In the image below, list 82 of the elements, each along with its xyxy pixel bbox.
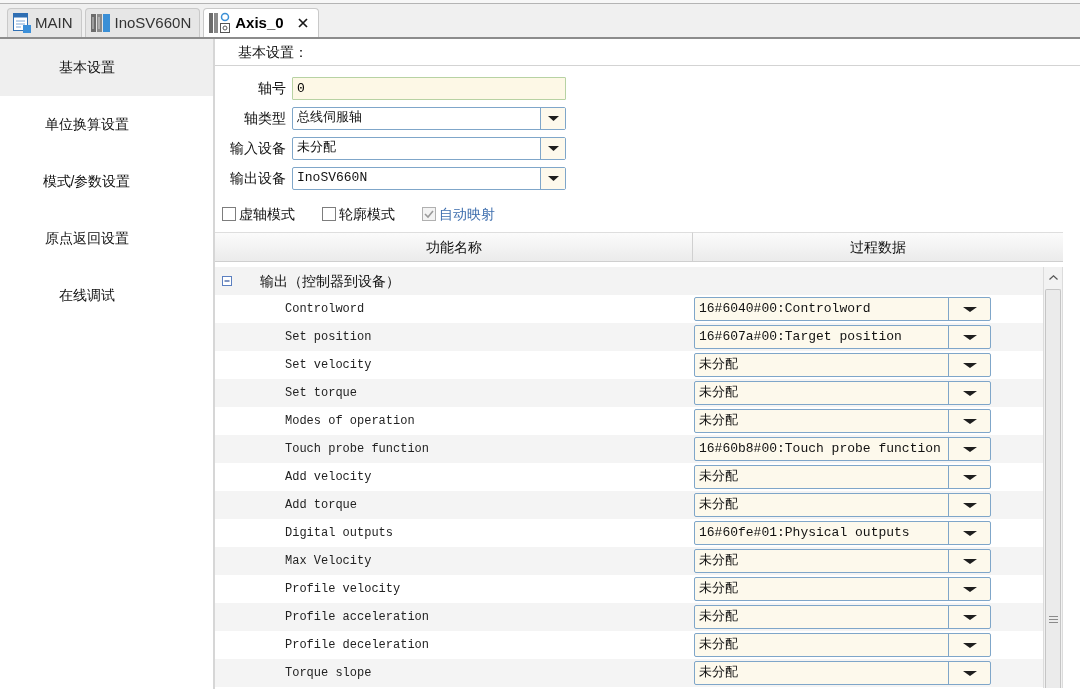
dropdown-field[interactable]: 未分配 <box>694 661 991 685</box>
dropdown-field[interactable]: 未分配 <box>694 381 991 405</box>
rack-icon <box>90 13 111 33</box>
table-cell-text: Modes of operation <box>284 413 416 430</box>
grip-icon <box>1048 616 1058 623</box>
tab[interactable]: Axis_0 <box>203 8 319 37</box>
table-cell-text: Digital outputs <box>284 525 395 542</box>
sidebar-item[interactable]: 模式/参数设置 <box>0 153 213 210</box>
close-icon[interactable] <box>297 18 308 28</box>
dropdown-field[interactable]: 未分配 <box>292 136 566 160</box>
caret-icon <box>962 390 977 396</box>
caret-icon <box>547 145 559 151</box>
scrollbar-thumb[interactable] <box>1045 289 1061 688</box>
dropdown-field[interactable]: 未分配 <box>694 577 991 601</box>
tab[interactable]: MAIN <box>7 8 82 37</box>
sidebar-item[interactable]: 基本设置 <box>0 39 213 96</box>
field-label: 输入设备 <box>229 138 286 158</box>
dropdown-field[interactable]: 未分配 <box>694 493 991 517</box>
caret-icon <box>962 306 977 312</box>
table-cell-text: Controlword <box>284 301 366 318</box>
column-header: 过程数据 <box>693 232 1063 262</box>
caret-icon <box>547 115 559 121</box>
caret-icon <box>962 586 977 592</box>
field-label: 轴类型 <box>243 108 286 128</box>
dropdown-button[interactable] <box>541 167 565 189</box>
dropdown-field[interactable]: 未分配 <box>694 353 991 377</box>
tab[interactable]: InoSV660N <box>84 8 201 37</box>
caret-icon <box>962 418 977 424</box>
table-cell-text: Set torque <box>284 385 358 402</box>
scroll-up-icon[interactable] <box>1048 274 1058 280</box>
dropdown-field[interactable]: 未分配 <box>694 549 991 573</box>
caret-icon <box>962 502 977 508</box>
collapse-icon[interactable] <box>222 276 232 286</box>
caret-icon <box>962 558 977 564</box>
dropdown-field[interactable]: 未分配 <box>694 465 991 489</box>
table-cell-text: Profile velocity <box>284 581 402 598</box>
field-label: 轴号 <box>257 78 286 98</box>
checkbox-label: 轮廓模式 <box>339 204 395 224</box>
input-field[interactable]: 0 <box>292 76 566 100</box>
field-label: 输出设备 <box>229 168 286 188</box>
table-cell-text: Max Velocity <box>284 553 373 570</box>
dropdown-field[interactable]: 16#60fe#01:Physical outputs <box>694 521 991 545</box>
dropdown-button[interactable] <box>541 107 565 129</box>
caret-icon <box>962 446 977 452</box>
table-cell-text: Set position <box>284 329 373 346</box>
dropdown-field[interactable]: 总线伺服轴 <box>292 106 566 130</box>
table-cell-text: Profile deceleration <box>284 637 431 654</box>
caret-icon <box>962 642 977 648</box>
caret-icon <box>547 175 559 181</box>
group-label: 输出（控制器到设备） <box>260 271 400 291</box>
checkbox[interactable] <box>222 207 236 221</box>
rack-ring-icon <box>209 12 232 34</box>
table-cell-text: Touch probe function <box>284 441 431 458</box>
caret-icon <box>962 530 977 536</box>
table-cell-text: Add velocity <box>284 469 373 486</box>
caret-icon <box>962 670 977 676</box>
document-icon <box>13 13 31 33</box>
dropdown-field[interactable]: 16#607a#00:Target position <box>694 325 991 349</box>
caret-icon <box>962 614 977 620</box>
caret-icon <box>962 334 977 340</box>
checkbox[interactable] <box>322 207 336 221</box>
sidebar-item[interactable]: 单位换算设置 <box>0 96 213 153</box>
dropdown-field[interactable]: 未分配 <box>694 605 991 629</box>
table-cell-text: Torque slope <box>284 665 373 682</box>
caret-icon <box>962 474 977 480</box>
dropdown-field[interactable]: 未分配 <box>694 409 991 433</box>
sidebar-item[interactable]: 原点返回设置 <box>0 210 213 267</box>
dropdown-field[interactable]: 16#60b8#00:Touch probe function <box>694 437 991 461</box>
sidebar-item[interactable]: 在线调试 <box>0 267 213 324</box>
checkbox-label: 自动映射 <box>439 204 495 224</box>
scrollbar[interactable] <box>1043 267 1063 688</box>
section-title: 基本设置： <box>215 39 1080 66</box>
table-cell-text: Add torque <box>284 497 358 514</box>
column-header: 功能名称 <box>215 232 693 262</box>
dropdown-field[interactable]: InoSV660N <box>292 166 566 190</box>
dropdown-field[interactable]: 16#6040#00:Controlword <box>694 297 991 321</box>
caret-icon <box>962 362 977 368</box>
table-cell-text: Set velocity <box>284 357 373 374</box>
table-cell-text: Profile acceleration <box>284 609 431 626</box>
dropdown-button[interactable] <box>541 137 565 159</box>
dropdown-field[interactable]: 未分配 <box>694 633 991 657</box>
checkbox-label: 虚轴模式 <box>239 204 295 224</box>
